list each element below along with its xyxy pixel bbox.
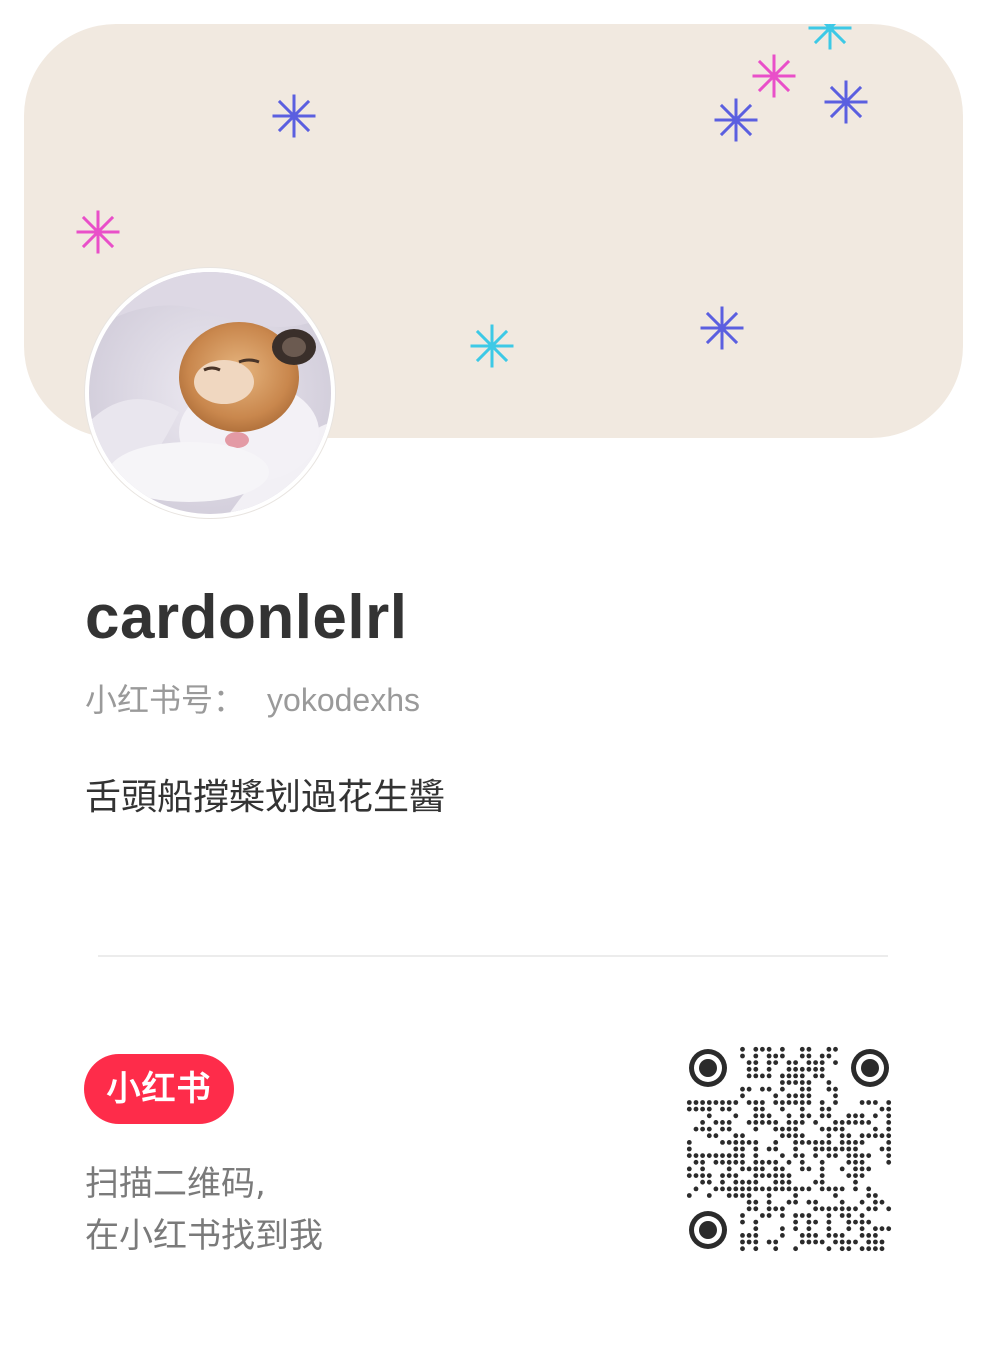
sparkle-icon [470, 324, 514, 368]
profile-bio: 舌頭船撐槳划過花生醬 [85, 777, 446, 818]
username: cardonlelrl [85, 583, 408, 652]
sparkle-icon [808, 24, 852, 50]
profile-card: cardonlelrl 小红书号： yokodexhs 舌頭船撐槳划過花生醬 小红… [0, 0, 987, 1347]
account-id-label: 小红书号： [85, 681, 246, 719]
scan-instructions: 扫描二维码, 在小红书找到我 [85, 1158, 323, 1262]
xiaohongshu-logo: 小红书 [84, 1054, 234, 1124]
account-id: 小红书号： yokodexhs [85, 680, 420, 720]
sparkle-icon [824, 80, 868, 124]
sparkle-icon [700, 306, 744, 350]
avatar[interactable] [85, 268, 335, 518]
hamster-avatar-image [89, 272, 331, 514]
account-id-value[interactable]: yokodexhs [267, 682, 420, 718]
scan-line-2: 在小红书找到我 [85, 1216, 323, 1256]
sparkle-icon [752, 54, 796, 98]
divider [98, 955, 888, 957]
sparkle-icon [272, 94, 316, 138]
qr-code-icon [686, 1046, 892, 1252]
scan-line-1: 扫描二维码, [85, 1164, 266, 1204]
sparkle-icon [714, 98, 758, 142]
sparkle-icon [76, 210, 120, 254]
qr-code[interactable] [686, 1046, 892, 1252]
